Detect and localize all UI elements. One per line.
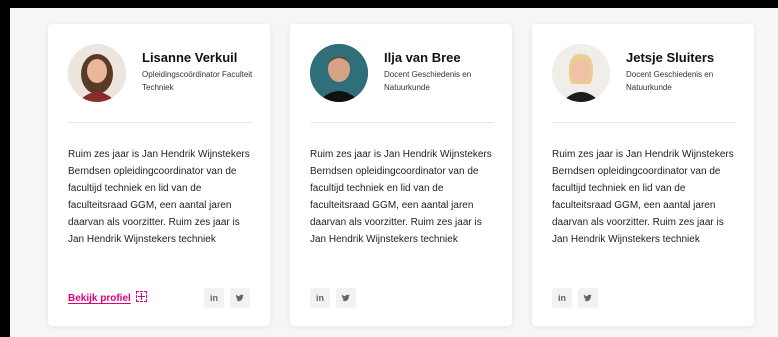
avatar [552,44,610,102]
team-section: Lisanne Verkuil Opleidingscoördinator Fa… [10,8,778,337]
person-name: Jetsje Sluiters [626,50,715,65]
card-header: Jetsje Sluiters Docent Geschiedenis en N… [552,44,736,104]
view-profile-link[interactable]: Bekijk profiel [68,291,147,304]
avatar-photo-icon [68,44,126,102]
person-bio: Ruim zes jaar is Jan Hendrik Wijnstekers… [68,149,250,245]
avatar [310,44,368,102]
card-footer: in [552,288,734,310]
twitter-icon[interactable] [336,288,356,308]
person-bio: Ruim zes jaar is Jan Hendrik Wijnstekers… [310,149,492,245]
linkedin-icon[interactable]: in [310,288,330,308]
social-links: in [310,288,356,308]
profile-card: Jetsje Sluiters Docent Geschiedenis en N… [532,24,754,326]
person-name: Lisanne Verkuil [142,50,238,65]
card-footer: Bekijk profiel in [68,288,250,310]
linkedin-icon[interactable]: in [552,288,572,308]
person-bio: Ruim zes jaar is Jan Hendrik Wijnstekers… [552,149,734,245]
profile-card: Lisanne Verkuil Opleidingscoördinator Fa… [48,24,270,326]
divider [68,122,252,123]
person-role: Opleidingscoördinator Faculteit Techniek [142,70,253,92]
person-role: Docent Geschiedenis en Natuurkunde [626,70,714,92]
linkedin-icon[interactable]: in [204,288,224,308]
card-footer: in [310,288,492,310]
social-links: in [204,288,250,308]
person-role: Docent Geschiedenis en Natuurkunde [384,70,472,92]
view-profile-label: Bekijk profiel [68,293,131,304]
avatar [68,44,126,102]
avatar-photo-icon [310,44,368,102]
divider [310,122,494,123]
twitter-icon[interactable] [230,288,250,308]
person-name: Ilja van Bree [384,50,461,65]
social-links: in [552,288,598,308]
twitter-icon[interactable] [578,288,598,308]
card-header: Ilja van Bree Docent Geschiedenis en Nat… [310,44,494,104]
avatar-photo-icon [552,44,610,102]
expand-icon [135,291,147,302]
card-header: Lisanne Verkuil Opleidingscoördinator Fa… [68,44,252,104]
profile-card: Ilja van Bree Docent Geschiedenis en Nat… [290,24,512,326]
divider [552,122,736,123]
